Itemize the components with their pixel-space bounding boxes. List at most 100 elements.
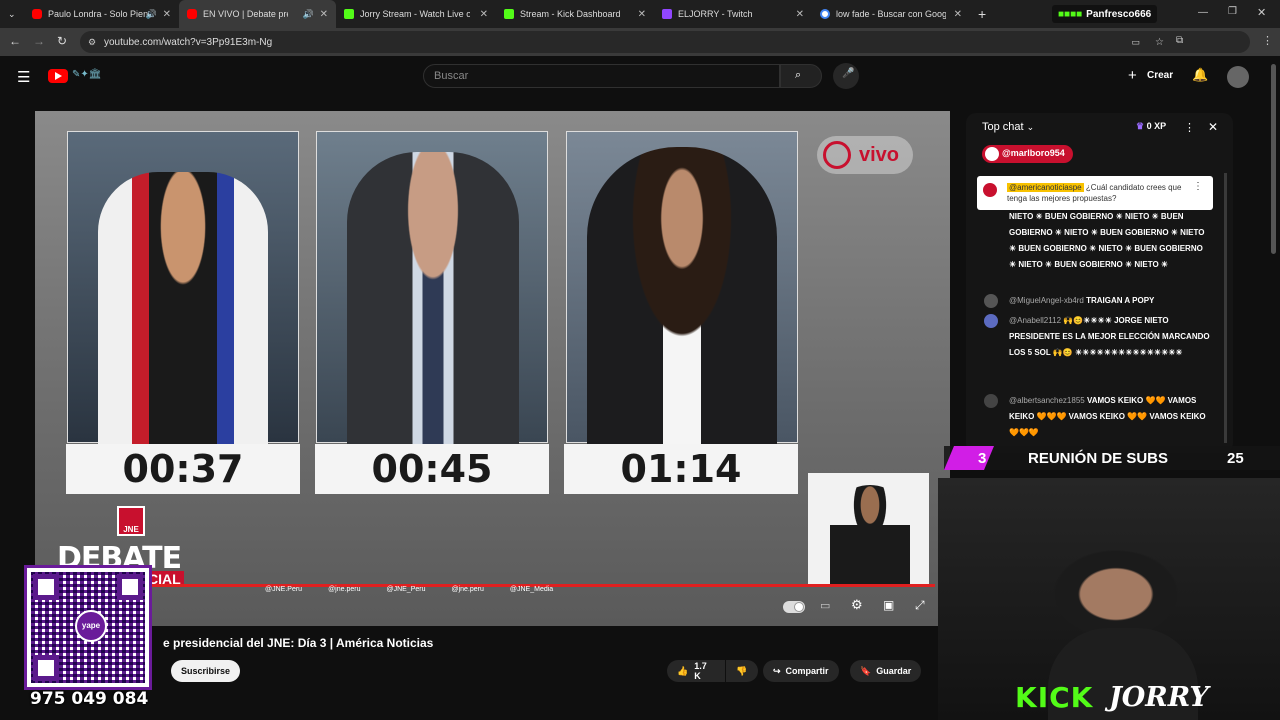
url-field[interactable]: ⚙ youtube.com/watch?v=3Pp91E3m-Ng ▭ ☆ — [80, 31, 1250, 53]
like-count: 1.7 K — [694, 661, 707, 681]
scrollbar[interactable] — [1271, 64, 1276, 254]
thumbs-up-icon: 👍 — [677, 665, 689, 676]
qr-finder-tr — [117, 574, 143, 600]
pinned-message-user: @americanoticiaspe — [1007, 183, 1084, 192]
close-icon[interactable]: ✕ — [796, 9, 804, 20]
tab-list-button[interactable]: ⌄ — [0, 0, 24, 28]
hamburger-menu-icon[interactable]: ☰ — [17, 68, 30, 86]
profile-button[interactable]: ■■■■ Panfresco666 — [1052, 5, 1158, 23]
menu-dots-icon[interactable]: ⋮ — [1262, 34, 1273, 47]
chat-message: @albertsanchez1855 VAMOS KEIKO 🧡🧡 VAMOS … — [982, 393, 1212, 441]
play-triangle-icon — [55, 72, 62, 80]
kick-favicon-icon — [344, 9, 354, 19]
message-menu-icon[interactable]: ⋮ — [1193, 181, 1203, 192]
profile-name: Panfresco666 — [1086, 8, 1152, 20]
search-placeholder: Buscar — [434, 70, 469, 82]
like-button[interactable]: 👍 1.7 K — [667, 660, 725, 682]
chevron-down-icon: ⌄ — [8, 8, 16, 19]
url-text: youtube.com/watch?v=3Pp91E3m-Ng — [104, 36, 273, 48]
youtube-logo-icon[interactable] — [48, 69, 68, 83]
close-icon[interactable]: ✕ — [480, 9, 488, 20]
chat-message-text: NIETO ☀ BUEN GOBIERNO ☀ NIETO ☀ BUEN GOB… — [1009, 212, 1205, 269]
subscribe-button[interactable]: Suscribirse — [171, 660, 241, 682]
mic-icon: 🎤 — [842, 68, 855, 79]
facebook-handle: @JNE.Peru — [265, 586, 303, 593]
forward-icon[interactable]: → — [33, 34, 45, 48]
bell-icon[interactable]: 🔔 — [1192, 67, 1208, 83]
tab-1[interactable]: Paulo Londra - Solo Pienso 🔊 ✕ — [24, 0, 179, 28]
vivo-badge: vivo — [817, 136, 913, 174]
speaker-icon[interactable]: 🔊 — [303, 9, 314, 20]
timer-text: 00:37 — [122, 447, 244, 491]
globe-icon — [823, 141, 851, 169]
miniplayer-icon[interactable]: ▣ — [883, 598, 894, 612]
tiktok-handle: @jne.peru — [451, 586, 484, 593]
voice-search-button[interactable]: 🎤 — [833, 63, 859, 89]
pinned-user-chip[interactable]: @marlboro954 — [982, 145, 1073, 163]
search-button[interactable]: ⌕ — [780, 64, 822, 88]
close-icon[interactable]: ✕ — [954, 9, 962, 20]
tab-4[interactable]: Stream - Kick Dashboard ✕ — [496, 0, 654, 28]
minimize-icon[interactable]: — — [1198, 7, 1208, 18]
tab-6[interactable]: low fade - Buscar con Google ✕ — [812, 0, 970, 28]
chat-scrollbar[interactable] — [1224, 173, 1227, 443]
jne-text: JNE — [123, 525, 139, 534]
timer-3: 01:14 — [564, 444, 798, 494]
fullscreen-icon[interactable]: ⤢ — [915, 598, 925, 613]
social-bar: @JNE.Peru @jne.peru @JNE_Peru @jne.peru … — [265, 586, 685, 593]
jorry-text: JORRY — [1109, 682, 1209, 713]
create-button[interactable]: Crear — [1147, 70, 1173, 81]
close-window-icon[interactable]: ✕ — [1257, 6, 1266, 19]
star-icon[interactable]: ☆ — [1155, 37, 1164, 48]
autoplay-toggle[interactable] — [783, 601, 805, 613]
pinned-message[interactable]: @americanoticiaspe ¿Cuál candidato crees… — [977, 176, 1213, 210]
tab-2[interactable]: EN VIVO | Debate presidencial 🔊 ✕ — [179, 0, 336, 28]
settings-gear-icon[interactable]: ⚙ — [851, 597, 863, 613]
close-icon[interactable]: ✕ — [163, 9, 171, 20]
live-chat-panel: Top chat ⌄ ♛ 0 XP ⋮ ✕ @marlboro954 @amer… — [966, 113, 1233, 453]
tab-title: Paulo Londra - Solo Pienso — [48, 9, 148, 19]
tab-5[interactable]: ELJORRY - Twitch ✕ — [654, 0, 812, 28]
candidate-panel-3 — [566, 131, 798, 444]
dislike-button[interactable]: 👎 — [726, 660, 758, 682]
chat-username: @albertsanchez1855 — [1009, 396, 1085, 405]
qr-code: yape — [24, 565, 152, 690]
youtube-handle: @JNE_Media — [509, 586, 554, 593]
avatar[interactable] — [1227, 66, 1249, 88]
xp-badge[interactable]: ♛ 0 XP — [1136, 121, 1166, 132]
autoplay-knob — [794, 602, 804, 612]
install-icon[interactable]: ▭ — [1131, 37, 1140, 48]
tab-title: low fade - Buscar con Google — [836, 9, 946, 19]
site-info-icon[interactable]: ⚙ — [88, 37, 96, 48]
save-button[interactable]: 🔖 Guardar — [850, 660, 922, 682]
user-avatar-icon — [984, 394, 998, 408]
user-avatar-icon — [985, 147, 999, 161]
back-icon[interactable]: ← — [9, 34, 21, 48]
chat-message: @Anabell2112 🙌😊☀☀☀☀ JORGE NIETO PRESIDEN… — [982, 313, 1212, 361]
chat-menu-icon[interactable]: ⋮ — [1184, 121, 1195, 134]
tab-3[interactable]: Jorry Stream - Watch Live on Kick ✕ — [336, 0, 496, 28]
search-input[interactable]: Buscar — [423, 64, 780, 88]
timer-text: 01:14 — [620, 447, 742, 491]
speaker-icon[interactable]: 🔊 — [146, 9, 157, 20]
extensions-icon[interactable]: ⧉ — [1176, 35, 1183, 46]
pinned-user-name: @marlboro954 — [1002, 148, 1065, 158]
candidate-figure — [347, 152, 519, 444]
close-icon[interactable]: ✕ — [320, 9, 328, 20]
subtitles-icon[interactable]: ▭ — [820, 599, 830, 612]
close-icon[interactable]: ✕ — [638, 9, 646, 20]
share-button[interactable]: ↪ Compartir — [763, 660, 839, 682]
new-tab-button[interactable]: + — [970, 0, 1000, 28]
search-icon: ⌕ — [795, 69, 802, 81]
chat-username: @MiguelAngel-xb4rd — [1009, 296, 1084, 305]
close-chat-icon[interactable]: ✕ — [1208, 120, 1218, 134]
chat-mode-selector[interactable]: Top chat ⌄ — [982, 121, 1034, 133]
channel-avatar-icon — [983, 183, 997, 197]
jne-logo-icon: JNE — [117, 506, 145, 536]
bookmark-icon: 🔖 — [860, 665, 872, 676]
video-player[interactable]: 00:37 00:45 01:14 vivo JNE DEBATE CIAL @… — [35, 111, 950, 626]
share-arrow-icon: ↪ — [773, 665, 781, 676]
restore-icon[interactable]: ❐ — [1228, 6, 1237, 17]
browser-tab-bar: ⌄ Paulo Londra - Solo Pienso 🔊 ✕ EN VIVO… — [0, 0, 1280, 28]
reload-icon[interactable]: ↻ — [57, 34, 67, 48]
